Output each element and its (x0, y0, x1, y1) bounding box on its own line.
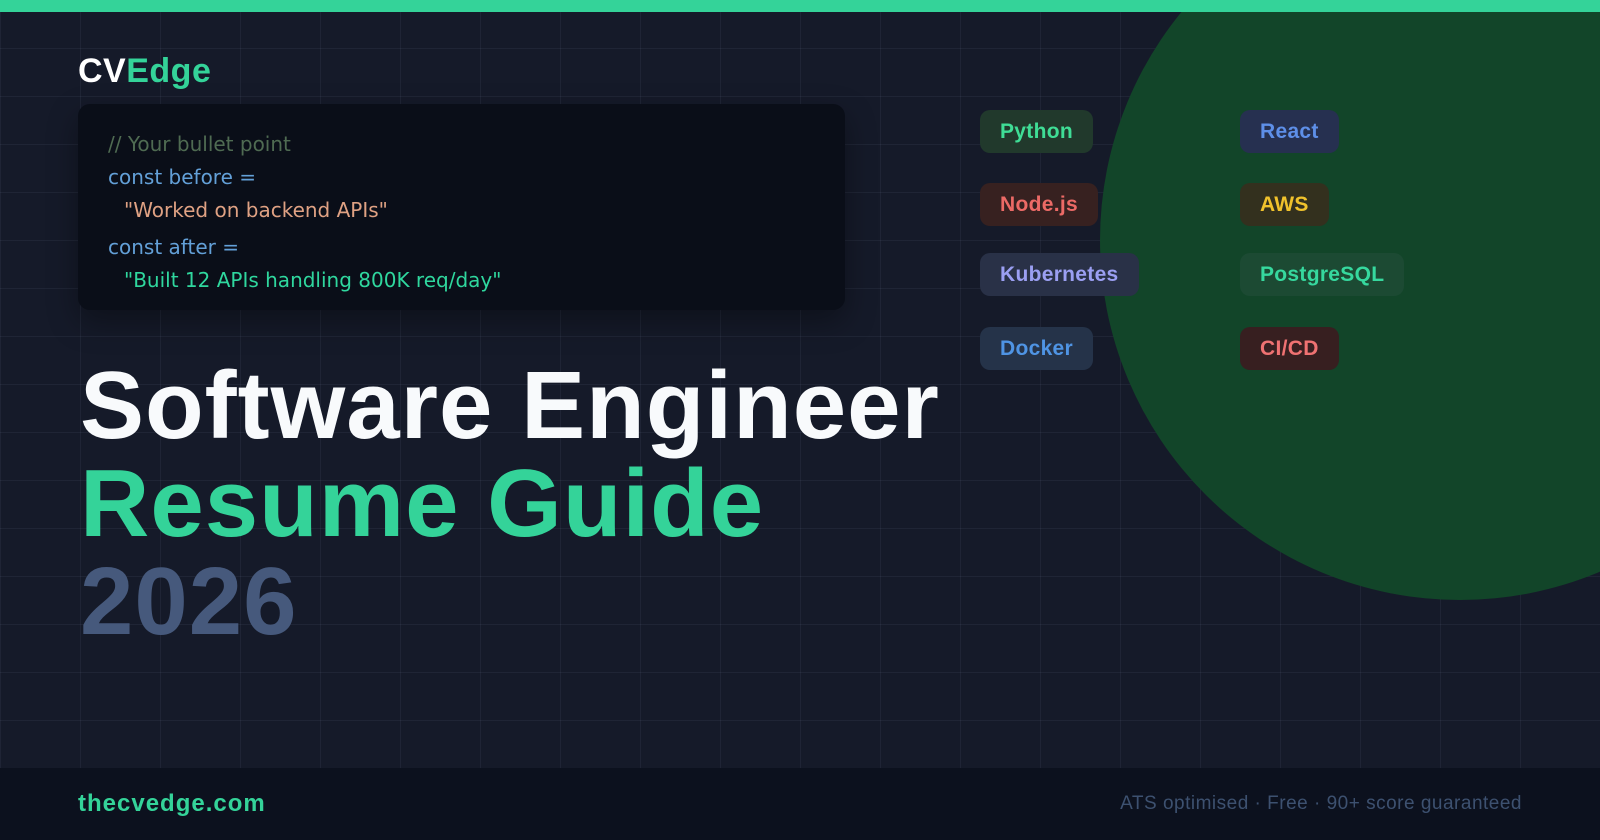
headline-line-1: Software Engineer (80, 352, 940, 459)
headline: Software Engineer Resume Guide 2026 (80, 357, 940, 651)
code-after-label: const after = (108, 235, 239, 259)
brand-logo-cv: CV (78, 52, 127, 90)
top-accent-bar (0, 0, 1600, 12)
code-before-label: const before = (108, 165, 257, 189)
skill-badge-ci-cd: CI/CD (1240, 327, 1339, 370)
headline-year: 2026 (80, 548, 298, 655)
footer-tagline: ATS optimised · Free · 90+ score guarant… (1120, 793, 1522, 814)
brand-logo-edge: Edge (126, 52, 212, 90)
skill-badge-docker: Docker (980, 327, 1094, 370)
skill-badge-python: Python (980, 110, 1093, 153)
skill-badge-node-js: Node.js (980, 183, 1098, 226)
brand-logo: CVEdge (78, 52, 211, 91)
code-snippet-card: // Your bullet point const before = "Wor… (78, 104, 845, 310)
skill-badge-aws: AWS (1240, 183, 1329, 226)
code-comment-line: // Your bullet point (108, 132, 291, 156)
footer-bar: thecvedge.com ATS optimised · Free · 90+… (0, 768, 1600, 840)
headline-line-2: Resume Guide (80, 450, 765, 557)
skill-badge-postgresql: PostgreSQL (1240, 253, 1405, 296)
code-before-value: "Worked on backend APIs" (124, 198, 388, 222)
site-url: thecvedge.com (78, 790, 266, 817)
code-after-value: "Built 12 APIs handling 800K req/day" (124, 268, 502, 292)
decorative-circle (1100, 0, 1600, 600)
skill-badge-react: React (1240, 110, 1339, 153)
resume-guide-banner: CVEdge // Your bullet point const before… (0, 0, 1600, 840)
skill-badge-kubernetes: Kubernetes (980, 253, 1139, 296)
